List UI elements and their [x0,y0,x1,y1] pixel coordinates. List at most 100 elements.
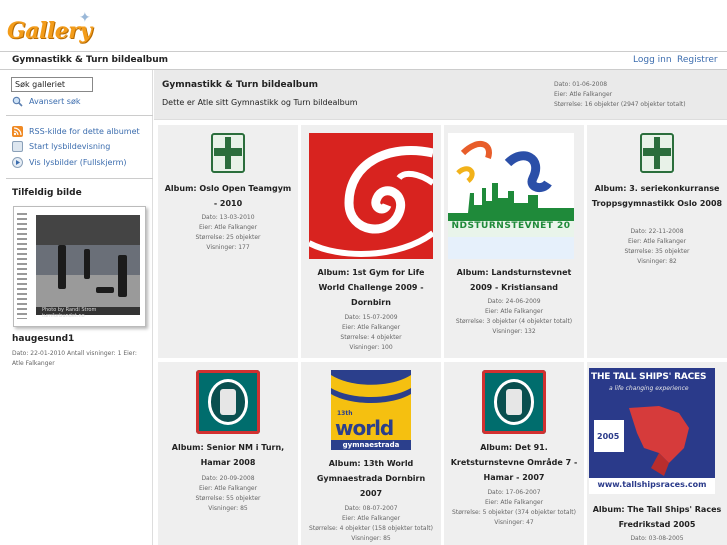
album-item[interactable]: NDSTURNSTEVNET 20 Album: Landsturnstevne… [444,125,584,358]
thumbnail-title-text: THE TALL SHIPS' RACES [591,372,707,382]
album-date: Dato: 01-06-2008 [554,81,608,88]
album-caption[interactable]: Album: Landsturnstevnet 2009 - Kristians… [448,265,580,295]
world-gymnaestrada-thumbnail[interactable]: 13th world gymnaestrada [331,370,411,450]
album-item[interactable]: Album: Det 91. Kretsturnstevne Område 7 … [444,362,584,545]
login-link[interactable]: Logg inn [633,55,672,65]
tall-ships-thumbnail[interactable]: THE TALL SHIPS' RACES a life changing ex… [589,368,715,494]
album-item[interactable]: Album: 3. seriekonkurranse Troppsgymnast… [587,125,727,358]
album-views: Visninger: 82 [637,258,677,265]
album-date: Dato: 13-03-2010 [201,214,255,221]
album-description: Dette er Atle sitt Gymnastikk og Turn bi… [162,98,358,107]
album-owner: Eier: Atle Falkanger [198,224,258,231]
random-image-title[interactable]: haugesund1 [12,334,74,344]
album-size: Størrelse: 4 objekter [340,334,402,341]
album-caption[interactable]: Album: The Tall Ships' Races Fredrikstad… [591,502,723,532]
album-meta: Dato: 22-11-2008 Eier: Atle Falkanger St… [591,227,723,267]
green-badge-thumbnail[interactable] [211,133,245,173]
breadcrumb[interactable]: Gymnastikk & Turn bildealbum [12,55,168,65]
search-input[interactable] [11,77,93,92]
teal-badge-thumbnail[interactable] [196,370,260,434]
fullscreen-label: Vis lysbilder (Fullskjerm) [29,158,127,167]
album-views: Visninger: 85 [351,535,391,542]
thumbnail-big-text: world [335,416,394,440]
album-meta: Dato: 20-09-2008 Eier: Atle Falkanger St… [162,474,294,514]
album-caption[interactable]: Album: 3. seriekonkurranse Troppsgymnast… [591,181,723,211]
album-meta: Dato: 08-07-2007 Eier: Atle Falkanger St… [305,504,437,544]
album-date: Dato: 08-07-2007 [344,505,398,512]
sidebar: Avansert søk RSS-kilde for dette albumet… [0,70,153,545]
album-caption[interactable]: Album: 1st Gym for Life World Challenge … [305,265,437,310]
random-photo [36,215,140,315]
gallery-logo[interactable]: Gallery ✦ [7,8,97,48]
album-owner: Eier: Atle Falkanger [341,515,401,522]
album-views: Visninger: 85 [208,505,248,512]
album-date: Dato: 24-06-2009 [487,298,541,305]
random-image-meta: Dato: 22-01-2010 Antall visninger: 1 Eie… [12,350,137,367]
thumbnail-text: NDSTURNSTEVNET 20 [451,221,571,231]
album-size: Størrelse: 4 objekter (158 objekter tota… [309,525,433,532]
album-caption[interactable]: Album: Oslo Open Teamgym - 2010 [162,181,294,211]
random-image-heading: Tilfeldig bilde [12,188,82,198]
rss-icon [12,126,23,137]
divider [6,115,153,116]
album-owner: Eier: Atle Falkanger [341,324,401,331]
top-navigation: Gymnastikk & Turn bildealbum Logg inn Re… [0,51,727,70]
teal-badge-thumbnail[interactable] [482,370,546,434]
album-meta: Dato: 01-06-2008 Eier: Atle Falkanger St… [554,80,686,110]
fullscreen-slideshow-link[interactable]: Vis lysbilder (Fullskjerm) [12,157,127,168]
album-grid: Album: Oslo Open Teamgym - 2010 Dato: 13… [158,125,727,545]
album-size: Størrelse: 16 objekter (2947 objekter to… [554,101,686,108]
album-date: Dato: 17-06-2007 [487,489,541,496]
slideshow-link[interactable]: Start lysbildevisning [12,141,110,152]
album-item[interactable]: Album: Oslo Open Teamgym - 2010 Dato: 13… [158,125,298,358]
album-meta: Dato: 03-08-2005 [591,534,723,544]
rss-link[interactable]: RSS-kilde for dette albumet [12,126,140,137]
album-header: Gymnastikk & Turn bildealbum Dette er At… [154,70,727,120]
red-spiral-thumbnail[interactable] [309,133,433,259]
album-owner: Eier: Atle Falkanger [554,91,613,98]
rss-label: RSS-kilde for dette albumet [29,127,140,136]
album-meta: Dato: 24-06-2009 Eier: Atle Falkanger St… [448,297,580,337]
album-date: Dato: 20-09-2008 [201,475,255,482]
album-caption[interactable]: Album: 13th World Gymnaestrada Dornbirn … [305,456,437,501]
album-item[interactable]: THE TALL SHIPS' RACES a life changing ex… [587,362,727,545]
spiral-binding [17,213,27,319]
green-badge-thumbnail[interactable] [640,133,674,173]
thumbnail-url: www.tallshipsraces.com [597,480,707,489]
album-size: Størrelse: 3 objekter (4 objekter totalt… [455,318,573,325]
random-image[interactable]: Photo by Randi Strom turnforbundet.no [13,206,146,327]
star-icon: ✦ [79,10,91,26]
album-size: Størrelse: 35 objekter [624,248,690,255]
play-icon [12,157,23,168]
slideshow-label: Start lysbildevisning [29,142,111,151]
thumbnail-sub-text: a life changing experience [609,385,689,392]
album-item[interactable]: Album: Senior NM i Turn, Hamar 2008 Dato… [158,362,298,545]
album-meta: Dato: 17-06-2007 Eier: Atle Falkanger St… [448,488,580,528]
advanced-search-label: Avansert søk [29,97,81,106]
album-meta: Dato: 15-07-2009 Eier: Atle Falkanger St… [305,313,437,353]
album-meta: Dato: 13-03-2010 Eier: Atle Falkanger St… [162,213,294,253]
advanced-search-link[interactable]: Avansert søk [12,96,80,107]
divider [6,178,153,179]
album-caption[interactable]: Album: Det 91. Kretsturnstevne Område 7 … [448,440,580,485]
album-owner: Eier: Atle Falkanger [484,499,544,506]
album-views: Visninger: 177 [206,244,250,251]
album-caption[interactable]: Album: Senior NM i Turn, Hamar 2008 [162,440,294,470]
album-item[interactable]: Album: 1st Gym for Life World Challenge … [301,125,441,358]
album-owner: Eier: Atle Falkanger [484,308,544,315]
album-date: Dato: 15-07-2009 [344,314,398,321]
album-views: Visninger: 47 [494,519,534,526]
header: Gallery ✦ [0,0,727,52]
photo-credit: Photo by Randi Strom turnforbundet.no [36,307,140,319]
album-date: Dato: 03-08-2005 [630,535,684,542]
landsturnstevnet-thumbnail[interactable]: NDSTURNSTEVNET 20 [448,133,574,259]
thumbnail-year: 2005 [597,432,620,441]
album-size: Størrelse: 5 objekter (374 objekter tota… [452,509,576,516]
thumbnail-sub-text: gymnaestrada [331,440,411,450]
register-link[interactable]: Registrer [677,55,718,65]
album-owner: Eier: Atle Falkanger [198,485,258,492]
slideshow-icon [12,141,23,152]
album-item[interactable]: 13th world gymnaestrada Album: 13th Worl… [301,362,441,545]
magnifier-icon [12,96,23,107]
album-date: Dato: 22-11-2008 [630,228,684,235]
